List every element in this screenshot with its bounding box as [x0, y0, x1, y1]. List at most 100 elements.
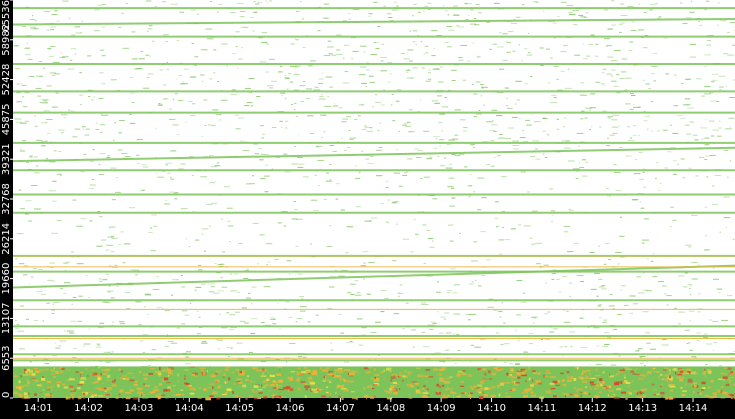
scatter-point [145, 55, 149, 56]
scatter-point [272, 323, 276, 324]
scatter-point [365, 159, 369, 160]
scatter-point [217, 12, 218, 13]
band-cell [188, 385, 192, 387]
band-cell [407, 384, 413, 387]
scatter-point [438, 156, 440, 157]
band-cell [482, 379, 487, 381]
band-cell [216, 397, 220, 399]
scatter-point [343, 83, 350, 84]
scatter-point [613, 86, 619, 87]
band-cell [237, 378, 238, 381]
scatter-point [85, 135, 90, 136]
scatter-point [53, 304, 54, 305]
scatter-point [150, 228, 152, 229]
scatter-point [99, 72, 103, 73]
band-cell [64, 386, 69, 388]
scatter-point [200, 176, 207, 177]
scatter-point [107, 291, 114, 292]
scatter-point [170, 109, 172, 110]
scatter-point [403, 239, 410, 240]
scatter-point [652, 73, 655, 74]
band-cell [69, 379, 75, 381]
scatter-point [205, 29, 212, 30]
band-cell [484, 373, 486, 376]
scatter-point [170, 150, 176, 151]
scatter-point [706, 176, 708, 177]
band-cell [212, 387, 214, 389]
scatter-point [247, 102, 253, 103]
band-cell [143, 383, 145, 385]
scatter-point [83, 154, 87, 155]
band-cell [670, 386, 676, 387]
scatter-point [545, 339, 550, 340]
scatter-point [300, 85, 306, 86]
scatter-point [552, 215, 553, 216]
band-cell [481, 388, 485, 389]
scatter-point [517, 340, 519, 341]
scatter-point [388, 17, 392, 18]
scatter-point [617, 314, 621, 315]
scatter-point [431, 322, 436, 323]
scatter-point [19, 348, 25, 349]
scatter-point [29, 156, 33, 157]
scatter-point [189, 156, 194, 157]
scatter-point [248, 293, 251, 294]
scatter-point [353, 51, 359, 52]
scatter-point [216, 114, 222, 115]
scatter-point [723, 197, 730, 198]
band-cell [596, 385, 599, 387]
scatter-point [564, 118, 566, 119]
scatter-point [715, 175, 721, 176]
scatter-point [705, 364, 707, 365]
scatter-point [143, 334, 149, 335]
band-cell [387, 397, 392, 400]
scatter-point [383, 6, 386, 7]
band-cell [644, 375, 646, 377]
band-cell [173, 385, 176, 387]
scatter-point [712, 185, 714, 186]
scatter-point [452, 139, 458, 140]
scatter-point [406, 172, 409, 173]
band-cell [594, 388, 599, 390]
scatter-point [230, 314, 236, 315]
scatter-point [165, 346, 169, 347]
band-cell [622, 396, 625, 398]
band-cell [159, 367, 161, 370]
scatter-point [341, 121, 347, 122]
scatter-point [335, 270, 337, 271]
scatter-point [470, 9, 474, 10]
band-cell [257, 389, 262, 390]
band-cell [137, 392, 140, 394]
scatter-point [87, 55, 91, 56]
band-cell [296, 380, 300, 382]
band-cell [603, 387, 606, 389]
scatter-point [528, 33, 529, 34]
scatter-point [394, 173, 400, 174]
scatter-point [90, 161, 94, 162]
scatter-point [344, 362, 349, 363]
scatter-point [438, 82, 443, 83]
scatter-point [663, 38, 667, 39]
scatter-point [665, 74, 669, 75]
scatter-point [409, 61, 413, 62]
scatter-point [235, 312, 240, 313]
band-cell [239, 386, 240, 387]
band-cell [50, 389, 52, 391]
scatter-point [101, 115, 102, 116]
scatter-point [424, 6, 428, 7]
scatter-point [576, 178, 579, 179]
scatter-point [545, 283, 547, 284]
band-cell [256, 370, 262, 372]
band-cell [118, 369, 121, 371]
scatter-point [636, 276, 641, 277]
band-cell [180, 390, 183, 391]
scatter-point [685, 330, 691, 331]
scatter-point [642, 240, 649, 241]
band-cell [628, 386, 629, 387]
band-cell [168, 375, 169, 377]
band-cell [723, 379, 725, 381]
scatter-point [354, 119, 357, 120]
scatter-point [35, 20, 37, 21]
band-cell [653, 371, 658, 372]
band-cell [289, 379, 293, 381]
